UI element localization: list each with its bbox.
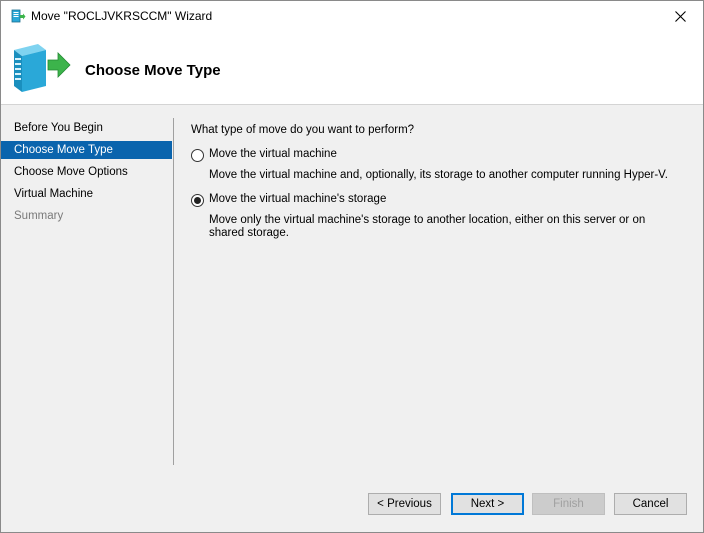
next-button[interactable]: Next > bbox=[451, 493, 524, 515]
step-virtual-machine[interactable]: Virtual Machine bbox=[1, 185, 172, 203]
close-button[interactable] bbox=[657, 1, 703, 31]
move-vm-radio[interactable] bbox=[191, 149, 204, 162]
title-bar[interactable]: Move "ROCLJVKRSCCM" Wizard bbox=[1, 1, 703, 31]
move-storage-radio[interactable] bbox=[191, 194, 204, 207]
move-vm-label[interactable]: Move the virtual machine bbox=[209, 148, 337, 160]
previous-button[interactable]: < Previous bbox=[368, 493, 441, 515]
close-icon bbox=[674, 10, 686, 22]
step-choose-move-type[interactable]: Choose Move Type bbox=[1, 141, 172, 159]
finish-button: Finish bbox=[532, 493, 605, 515]
step-choose-move-options[interactable]: Choose Move Options bbox=[1, 163, 172, 181]
hyper-v-vm-icon bbox=[11, 9, 26, 23]
step-before-you-begin[interactable]: Before You Begin bbox=[1, 119, 172, 137]
move-storage-description: Move only the virtual machine's storage … bbox=[209, 214, 646, 239]
server-move-icon bbox=[14, 44, 71, 92]
move-type-question: What type of move do you want to perform… bbox=[191, 124, 415, 136]
cancel-button[interactable]: Cancel bbox=[614, 493, 687, 515]
wizard-header: Choose Move Type bbox=[1, 31, 703, 105]
wizard-steps-nav: Before You Begin Choose Move Type Choose… bbox=[1, 105, 175, 465]
wizard-window: Move "ROCLJVKRSCCM" Wizard Choose Move T… bbox=[0, 0, 704, 533]
sidebar-divider bbox=[173, 118, 174, 465]
page-title: Choose Move Type bbox=[85, 62, 221, 79]
move-vm-description: Move the virtual machine and, optionally… bbox=[209, 169, 668, 181]
radio-selected-dot bbox=[194, 197, 201, 204]
window-title: Move "ROCLJVKRSCCM" Wizard bbox=[31, 9, 213, 23]
step-summary: Summary bbox=[14, 210, 64, 222]
move-storage-label[interactable]: Move the virtual machine's storage bbox=[209, 193, 386, 205]
